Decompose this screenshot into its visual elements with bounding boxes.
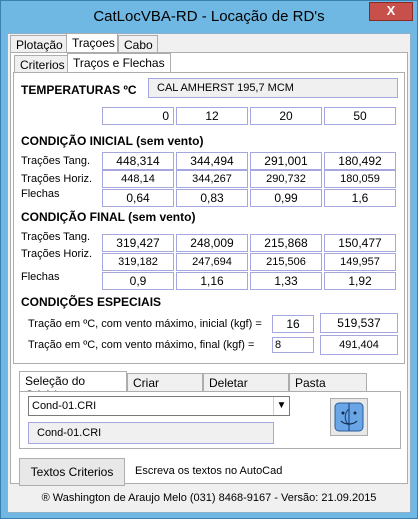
cable-name-field: CAL AMHERST 195,7 MCM: [148, 78, 398, 98]
value-cell: 319,182: [102, 253, 174, 271]
value-cell: 0,9: [102, 272, 174, 290]
tracao-final-value: 491,404: [320, 335, 398, 355]
tab-criterios[interactable]: Criterios: [14, 55, 68, 73]
temp-input-0[interactable]: 0: [102, 107, 174, 125]
tab-selecao-criterio[interactable]: Seleção do Critério: [19, 371, 127, 402]
temperaturas-label: TEMPERATURAS ºC: [21, 83, 137, 97]
value-cell: 448,314: [102, 152, 174, 170]
tab-label: Traços e Flechas: [73, 56, 165, 70]
window-title: CatLocVBA-RD - Locação de RD's: [93, 8, 325, 25]
temp-input-2[interactable]: 20: [250, 107, 322, 125]
row-label: Flechas: [21, 271, 60, 283]
client-area: Plotação Traçoes Cabo Criterios Traços e…: [7, 33, 411, 513]
app-window: CatLocVBA-RD - Locação de RD's X Plotaçã…: [0, 0, 418, 519]
chevron-down-icon[interactable]: ▼: [273, 397, 289, 415]
tab-cabo[interactable]: Cabo: [118, 35, 158, 53]
row-label: Flechas: [21, 188, 60, 200]
tab-tracos-flechas[interactable]: Traços e Flechas: [67, 53, 171, 73]
finder-button[interactable]: [330, 398, 368, 436]
value-cell: 180,059: [324, 170, 396, 188]
tab-label: Plotação: [16, 38, 63, 52]
value-cell: 1,33: [250, 272, 322, 290]
value-cell: 344,494: [176, 152, 248, 170]
value-cell: 247,694: [176, 253, 248, 271]
value-cell: 0,99: [250, 189, 322, 207]
criterio-select-value: Cond-01.CRI: [32, 400, 97, 412]
footer-credits: ® Washington de Araujo Melo (031) 8468-9…: [41, 492, 377, 504]
value-cell: 319,427: [102, 234, 174, 252]
row-label: Trações Horiz.: [21, 248, 93, 260]
selecao-criterio-panel: Cond-01.CRI ▼ Cond-01.CRI: [19, 391, 401, 449]
tracoes-panel: Criterios Traços e Flechas TEMPERATURAS …: [10, 52, 408, 486]
value-cell: 291,001: [250, 152, 322, 170]
value-cell: 1,16: [176, 272, 248, 290]
tab-criar-criterio[interactable]: Criar Critério: [127, 373, 203, 404]
finder-icon: [334, 402, 364, 432]
value-cell: 344,267: [176, 170, 248, 188]
tracao-final-temp-input[interactable]: 8: [272, 337, 314, 353]
row-label: Trações Tang.: [21, 231, 91, 243]
tracao-inicial-label: Tração em ºC, com vento máximo, inicial …: [28, 318, 262, 330]
value-cell: 0,83: [176, 189, 248, 207]
cond-final-title: CONDIÇÃO FINAL (sem vento): [21, 210, 196, 224]
tracao-final-label: Tração em ºC, com vento máximo, final (k…: [28, 339, 255, 351]
close-icon: X: [386, 3, 396, 18]
temp-input-3[interactable]: 50: [324, 107, 396, 125]
close-button[interactable]: X: [369, 2, 413, 21]
value-cell: 215,506: [250, 253, 322, 271]
tracos-flechas-panel: TEMPERATURAS ºC CAL AMHERST 195,7 MCM 0 …: [13, 72, 405, 364]
row-label: Trações Tang.: [21, 155, 91, 167]
temp-input-1[interactable]: 12: [176, 107, 248, 125]
value-cell: 1,6: [324, 189, 396, 207]
tracao-inicial-value: 519,537: [320, 313, 398, 333]
especiais-title: CONDIÇÕES ESPECIAIS: [21, 295, 162, 309]
value-cell: 215,868: [250, 234, 322, 252]
tab-label: Cabo: [124, 38, 153, 52]
value-cell: 0,64: [102, 189, 174, 207]
value-cell: 448,14: [102, 170, 174, 188]
value-cell: 290,732: [250, 170, 322, 188]
cond-inicial-title: CONDIÇÃO INICIAL (sem vento): [21, 134, 204, 148]
tab-tracoes[interactable]: Traçoes: [66, 33, 118, 53]
row-label: Trações Horiz.: [21, 173, 93, 185]
textos-criterios-button[interactable]: Textos Criterios: [19, 458, 125, 486]
tab-deletar-criterio[interactable]: Deletar Critério: [203, 373, 289, 404]
value-cell: 248,009: [176, 234, 248, 252]
tab-plotacao[interactable]: Plotação: [10, 35, 68, 53]
value-cell: 150,477: [324, 234, 396, 252]
tab-label: Criterios: [20, 58, 65, 72]
textos-description: Escreva os textos no AutoCad: [135, 465, 283, 477]
tracao-inicial-temp-input[interactable]: 16: [272, 315, 314, 333]
value-cell: 1,92: [324, 272, 396, 290]
tab-pasta-projeto[interactable]: Pasta Projeto: [289, 373, 367, 404]
criterio-selected-display: Cond-01.CRI: [28, 422, 274, 444]
criterio-select[interactable]: Cond-01.CRI ▼: [28, 396, 290, 416]
value-cell: 180,492: [324, 152, 396, 170]
value-cell: 149,957: [324, 253, 396, 271]
tab-label: Traçoes: [72, 36, 115, 50]
title-bar[interactable]: CatLocVBA-RD - Locação de RD's X: [1, 1, 417, 33]
